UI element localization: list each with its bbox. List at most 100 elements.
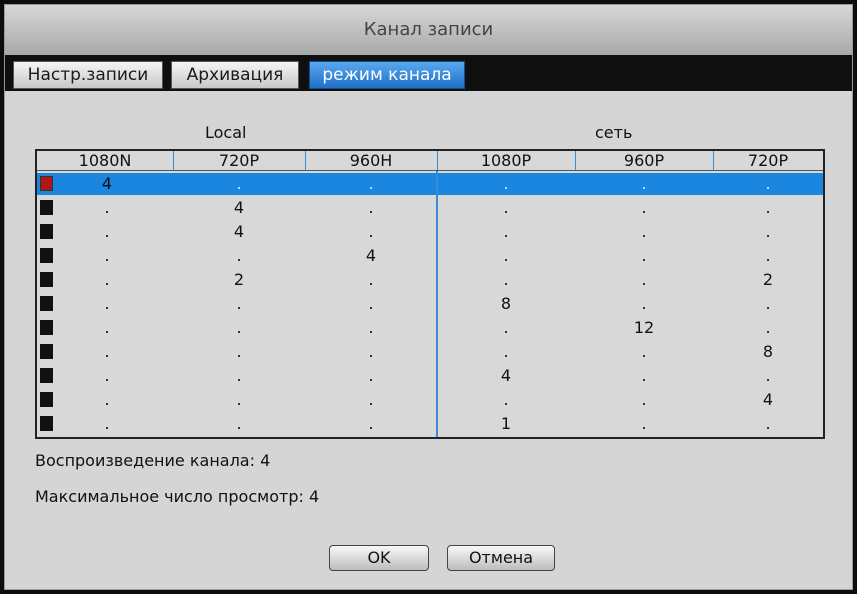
table-cell: . (368, 342, 374, 361)
table-cell: 4 (365, 246, 377, 265)
table-cell: . (368, 270, 374, 289)
table-cell: . (104, 246, 110, 265)
row-checkbox[interactable] (40, 224, 53, 239)
table-cell: . (641, 270, 647, 289)
table-cell: 12 (633, 318, 655, 337)
table-cell: . (368, 366, 374, 385)
table-cell: . (641, 294, 647, 313)
tab-backup[interactable]: Архивация (171, 61, 299, 89)
row-checkbox[interactable] (40, 176, 53, 191)
column-header: 1080N (78, 151, 132, 170)
column-separator (173, 151, 174, 171)
row-checkbox[interactable] (40, 344, 53, 359)
channel-mode-panel: Local сеть 1080N 720P 960H 1080P 960P 72… (5, 91, 852, 589)
table-cell: 4 (233, 198, 245, 217)
table-cell: . (641, 342, 647, 361)
table-row[interactable]: ... 4.. (37, 365, 823, 387)
row-checkbox[interactable] (40, 248, 53, 263)
ok-button[interactable]: OK (329, 545, 429, 571)
playback-channel-info: Воспроизведение канала: 4 (35, 451, 271, 470)
column-header: 720P (218, 151, 260, 170)
table-cell: . (104, 390, 110, 409)
table-row[interactable]: . 2... 2 (37, 269, 823, 291)
row-checkbox[interactable] (40, 272, 53, 287)
table-cell: . (503, 174, 509, 193)
table-cell: . (236, 318, 242, 337)
max-view-info: Максимальное число просмотр: 4 (35, 487, 320, 506)
table-cell: . (368, 414, 374, 433)
table-row[interactable]: . 4.... (37, 197, 823, 219)
table-row[interactable]: ..... 8 (37, 341, 823, 363)
table-row[interactable]: ..... 4 (37, 389, 823, 411)
header-divider (37, 170, 823, 171)
row-checkbox[interactable] (40, 368, 53, 383)
table-cell: . (641, 366, 647, 385)
table-row[interactable]: . 4.... (37, 221, 823, 243)
local-network-divider (436, 171, 438, 437)
table-cell: . (765, 246, 771, 265)
table-cell: . (503, 222, 509, 241)
row-checkbox[interactable] (40, 416, 53, 431)
column-separator (713, 151, 714, 171)
table-cell: . (368, 174, 374, 193)
table-cell: 1 (500, 414, 512, 433)
local-group-label: Local (205, 123, 247, 142)
table-cell: . (503, 390, 509, 409)
row-checkbox[interactable] (40, 392, 53, 407)
row-checkbox[interactable] (40, 296, 53, 311)
table-cell: . (368, 294, 374, 313)
row-checkbox[interactable] (40, 200, 53, 215)
table-cell: . (236, 342, 242, 361)
table-cell: . (765, 198, 771, 217)
table-cell: . (503, 342, 509, 361)
table-cell: . (765, 318, 771, 337)
column-header: 960P (623, 151, 665, 170)
table-cell: . (368, 318, 374, 337)
network-group-label: сеть (595, 123, 633, 142)
table-row[interactable]: .. 4... (37, 245, 823, 267)
table-cell: . (503, 270, 509, 289)
table-cell: 8 (500, 294, 512, 313)
tab-bar: Настр.записи Архивация режим канала (5, 55, 852, 91)
dialog-title: Канал записи (5, 5, 852, 55)
table-cell: 2 (233, 270, 245, 289)
table-cell: . (503, 246, 509, 265)
table-cell: . (104, 222, 110, 241)
table-cell: . (368, 390, 374, 409)
table-row[interactable]: 4..... (37, 173, 823, 195)
table-cell: . (104, 198, 110, 217)
column-separator (575, 151, 576, 171)
table-cell: . (765, 174, 771, 193)
table-cell: . (641, 222, 647, 241)
tab-channel-mode[interactable]: режим канала (309, 61, 465, 89)
table-row[interactable]: ... 1.. (37, 413, 823, 435)
table-cell: . (765, 222, 771, 241)
table-cell: . (641, 390, 647, 409)
table-cell: . (765, 414, 771, 433)
table-cell: . (236, 294, 242, 313)
table-cell: . (236, 174, 242, 193)
table-cell: . (236, 366, 242, 385)
column-header: 1080P (480, 151, 532, 170)
table-cell: . (104, 270, 110, 289)
table-cell: . (368, 222, 374, 241)
table-cell: . (236, 246, 242, 265)
column-separator (437, 151, 438, 171)
table-cell: 4 (233, 222, 245, 241)
table-cell: . (641, 198, 647, 217)
cancel-button[interactable]: Отмена (447, 545, 555, 571)
table-cell: . (641, 414, 647, 433)
table-row[interactable]: .... 12. (37, 317, 823, 339)
table-cell: 2 (762, 270, 774, 289)
table-cell: 8 (762, 342, 774, 361)
table-cell: . (104, 366, 110, 385)
table-cell: . (236, 414, 242, 433)
table-row[interactable]: ... 8.. (37, 293, 823, 315)
row-checkbox[interactable] (40, 320, 53, 335)
table-cell: . (641, 246, 647, 265)
table-cell: . (503, 318, 509, 337)
table-cell: . (641, 174, 647, 193)
table-cell: . (104, 294, 110, 313)
column-header: 720P (747, 151, 789, 170)
tab-record-settings[interactable]: Настр.записи (13, 61, 163, 89)
